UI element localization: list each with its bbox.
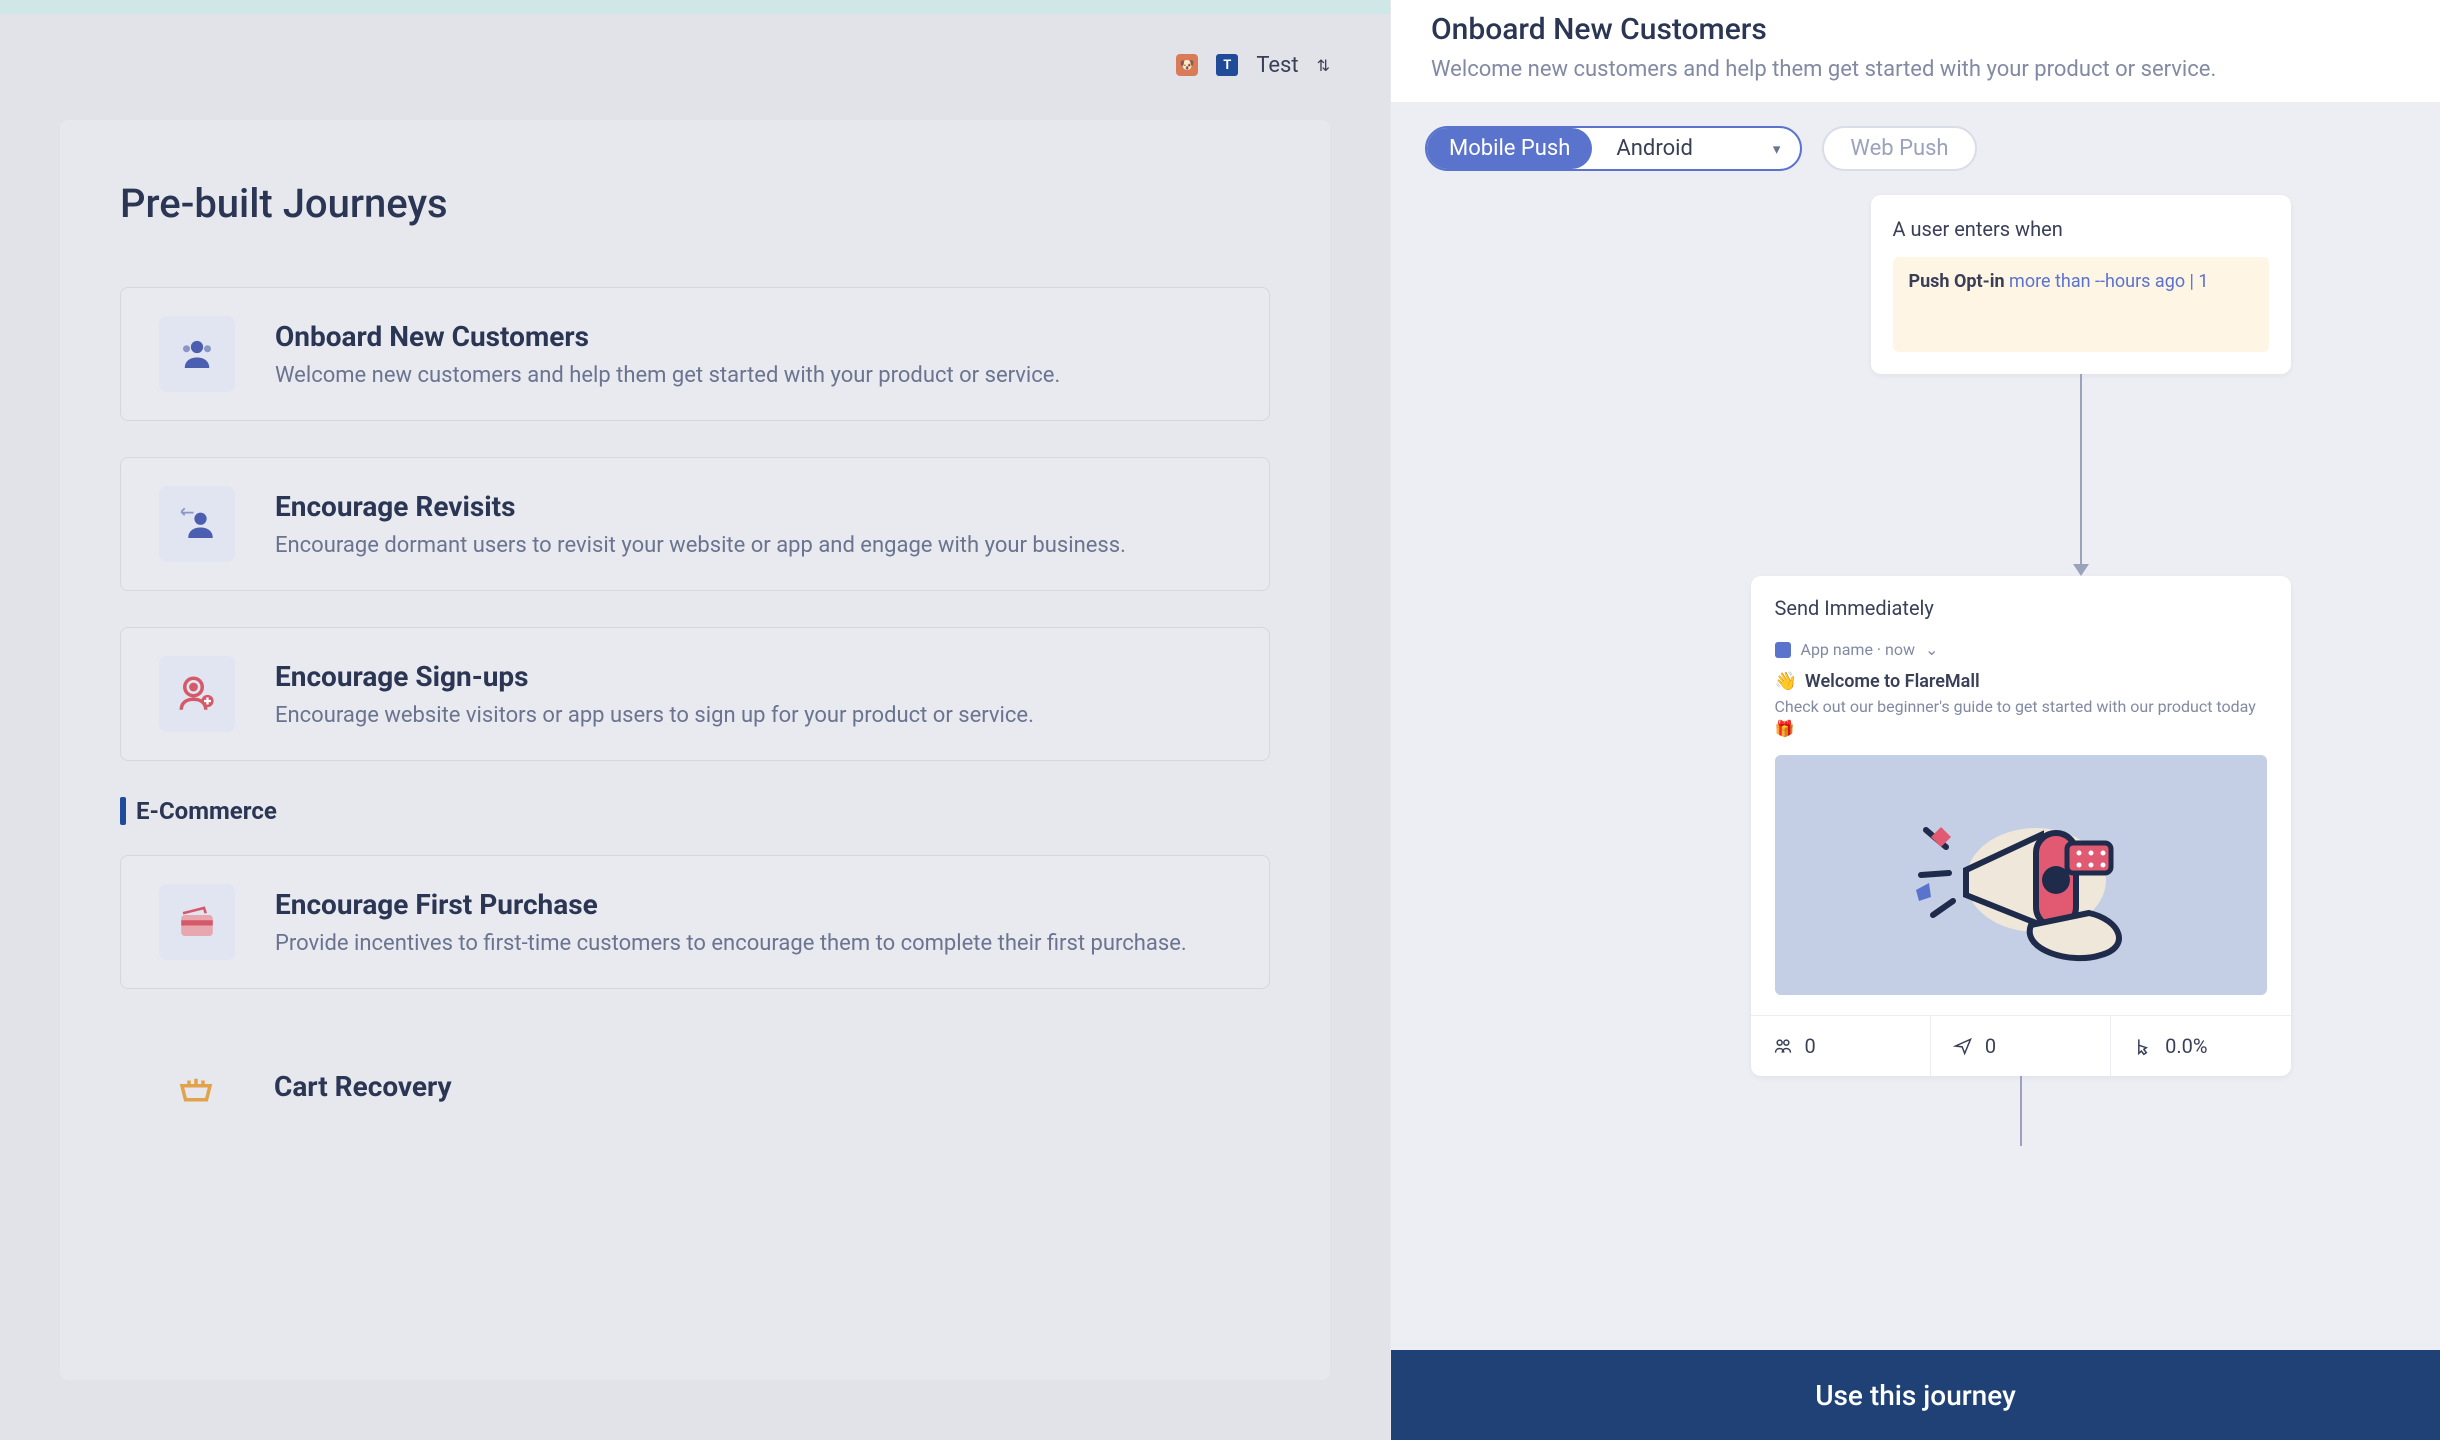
- message-title: Welcome to FlareMall: [1805, 671, 1980, 692]
- detail-title: Onboard New Customers: [1431, 12, 2400, 47]
- platform-selected-value: Android: [1616, 136, 1692, 161]
- stat-ctr: 0.0%: [2111, 1016, 2290, 1076]
- entry-condition-value[interactable]: more than --hours ago | 1: [2009, 271, 2209, 292]
- team-badge: T: [1216, 54, 1238, 76]
- journey-title: Onboard New Customers: [275, 320, 1060, 353]
- journey-desc: Encourage website visitors or app users …: [275, 703, 1034, 728]
- journey-card-cart-recovery[interactable]: Cart Recovery: [120, 1025, 1270, 1129]
- first-purchase-icon: [159, 884, 235, 960]
- chevron-down-icon: ⌄: [1925, 640, 1938, 659]
- section-header-ecommerce: E-Commerce: [120, 797, 1270, 825]
- onboard-icon: [159, 316, 235, 392]
- entry-condition-card[interactable]: A user enters when Push Opt-in more than…: [1871, 195, 2291, 374]
- journey-card-signups[interactable]: Encourage Sign-ups Encourage website vis…: [120, 627, 1270, 761]
- channel-mobile-push[interactable]: Mobile Push: [1427, 128, 1592, 169]
- message-card[interactable]: Send Immediately App name · now ⌄ 👋 Welc…: [1751, 576, 2291, 1076]
- signups-icon: [159, 656, 235, 732]
- use-journey-button[interactable]: Use this journey: [1391, 1350, 2440, 1440]
- entry-heading: A user enters when: [1893, 217, 2269, 241]
- gift-emoji-icon: 🎁: [1775, 719, 1795, 738]
- journey-title: Encourage First Purchase: [275, 888, 1187, 921]
- wave-emoji-icon: 👋: [1775, 671, 1797, 692]
- journey-desc: Encourage dormant users to revisit your …: [275, 533, 1126, 558]
- page-title: Pre-built Journeys: [120, 180, 1270, 227]
- journey-card-onboard[interactable]: Onboard New Customers Welcome new custom…: [120, 287, 1270, 421]
- journey-title: Encourage Revisits: [275, 490, 1126, 523]
- message-body: Check out our beginner's guide to get st…: [1775, 697, 2256, 716]
- message-image: [1775, 755, 2267, 995]
- cart-recovery-icon: [158, 1053, 234, 1129]
- stat-entered: 0: [1751, 1016, 1931, 1076]
- journey-title: Cart Recovery: [274, 1070, 452, 1103]
- team-switch-icon[interactable]: ⇅: [1317, 56, 1330, 75]
- platform-select[interactable]: Android ▾: [1592, 130, 1800, 167]
- team-selector[interactable]: Test: [1256, 53, 1298, 78]
- journey-card-revisits[interactable]: Encourage Revisits Encourage dormant use…: [120, 457, 1270, 591]
- detail-subtitle: Welcome new customers and help them get …: [1431, 57, 2400, 82]
- stat-sent: 0: [1931, 1016, 2111, 1076]
- journey-desc: Welcome new customers and help them get …: [275, 363, 1060, 388]
- entry-condition-field: Push Opt-in: [1909, 271, 2005, 292]
- app-icon: [1775, 642, 1791, 658]
- app-name-line: App name · now: [1801, 640, 1916, 659]
- org-avatar-icon: 🐶: [1176, 54, 1198, 76]
- channel-web-push[interactable]: Web Push: [1822, 126, 1976, 171]
- send-timing-label: Send Immediately: [1751, 576, 2291, 630]
- revisits-icon: [159, 486, 235, 562]
- journey-card-first-purchase[interactable]: Encourage First Purchase Provide incenti…: [120, 855, 1270, 989]
- journey-desc: Provide incentives to first-time custome…: [275, 931, 1187, 956]
- journey-title: Encourage Sign-ups: [275, 660, 1034, 693]
- caret-down-icon: ▾: [1773, 140, 1781, 158]
